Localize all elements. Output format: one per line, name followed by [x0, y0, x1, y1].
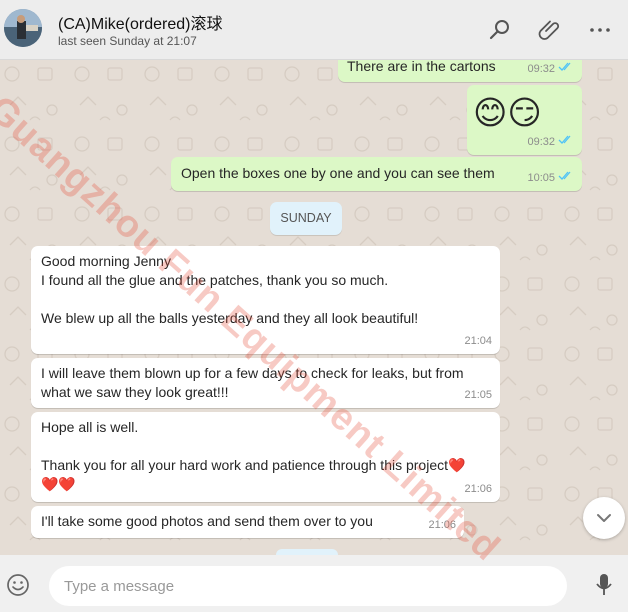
message-text: I'll take some good photos and send them… — [41, 513, 373, 529]
message-text: Open the boxes one by one and you can se… — [181, 165, 495, 181]
microphone-icon[interactable] — [594, 572, 614, 598]
message-incoming[interactable]: I will leave them blown up for a few day… — [31, 358, 500, 408]
avatar[interactable] — [4, 9, 42, 47]
read-receipt-icon — [558, 133, 574, 152]
message-time: 09:32 — [527, 136, 555, 148]
message-meta: 09:32 — [527, 133, 574, 152]
message-incoming[interactable]: Hope all is well. Thank you for all your… — [31, 412, 500, 502]
message-time: 09:32 — [527, 63, 555, 75]
message-outgoing[interactable]: Open the boxes one by one and you can se… — [171, 157, 582, 191]
message-time: 21:04 — [464, 335, 492, 347]
emoji-icon[interactable] — [6, 573, 30, 597]
read-receipt-icon — [558, 60, 574, 79]
chat-header: (CA)Mike(ordered)滚球 last seen Sunday at … — [0, 0, 628, 60]
composer-bar — [0, 555, 628, 612]
message-input[interactable] — [49, 566, 567, 606]
message-outgoing[interactable]: 😊😏 09:32 — [467, 85, 582, 155]
chevron-down-icon — [597, 514, 611, 522]
message-text: There are in the cartons — [347, 60, 496, 74]
contact-name[interactable]: (CA)Mike(ordered)滚球 — [58, 10, 222, 34]
message-emoji: 😊😏 — [473, 94, 542, 131]
scroll-to-bottom-button[interactable] — [583, 497, 625, 539]
message-list[interactable]: There are in the cartons 09:32 😊😏 09:32 … — [0, 60, 628, 555]
message-time: 10:05 — [527, 172, 555, 184]
message-incoming[interactable]: I'll take some good photos and send them… — [31, 506, 464, 538]
menu-icon[interactable] — [588, 18, 612, 42]
attach-icon[interactable] — [538, 18, 562, 42]
message-outgoing[interactable]: There are in the cartons 09:32 — [338, 60, 582, 82]
message-incoming[interactable]: Good morning Jenny I found all the glue … — [31, 246, 500, 354]
message-time: 21:05 — [464, 389, 492, 401]
message-time: 21:06 — [428, 519, 456, 531]
message-text: I will leave them blown up for a few day… — [41, 365, 464, 400]
message-time: 21:06 — [464, 483, 492, 495]
message-text: Good morning Jenny I found all the glue … — [41, 253, 419, 326]
message-text: Hope all is well. Thank you for all your… — [41, 419, 466, 492]
day-separator: SUNDAY — [270, 202, 342, 235]
search-icon[interactable] — [488, 18, 512, 42]
last-seen-status: last seen Sunday at 21:07 — [58, 34, 197, 48]
read-receipt-icon — [558, 169, 574, 188]
message-meta: 10:05 — [527, 169, 574, 188]
message-meta: 09:32 — [527, 60, 574, 79]
